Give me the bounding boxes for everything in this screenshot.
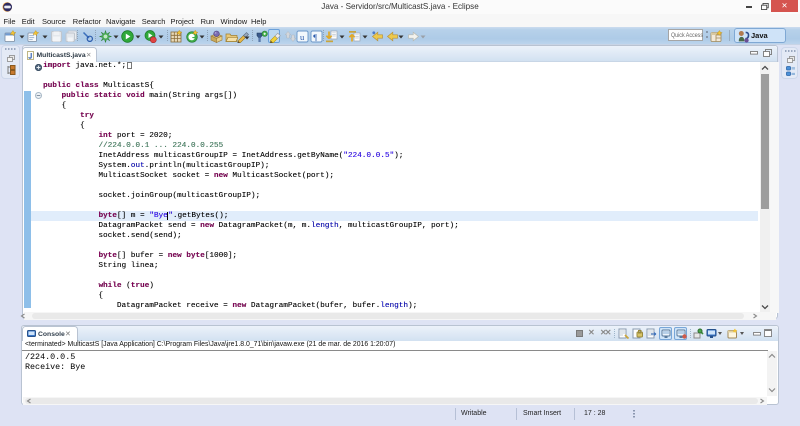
- svg-text:¶: ¶: [313, 31, 317, 41]
